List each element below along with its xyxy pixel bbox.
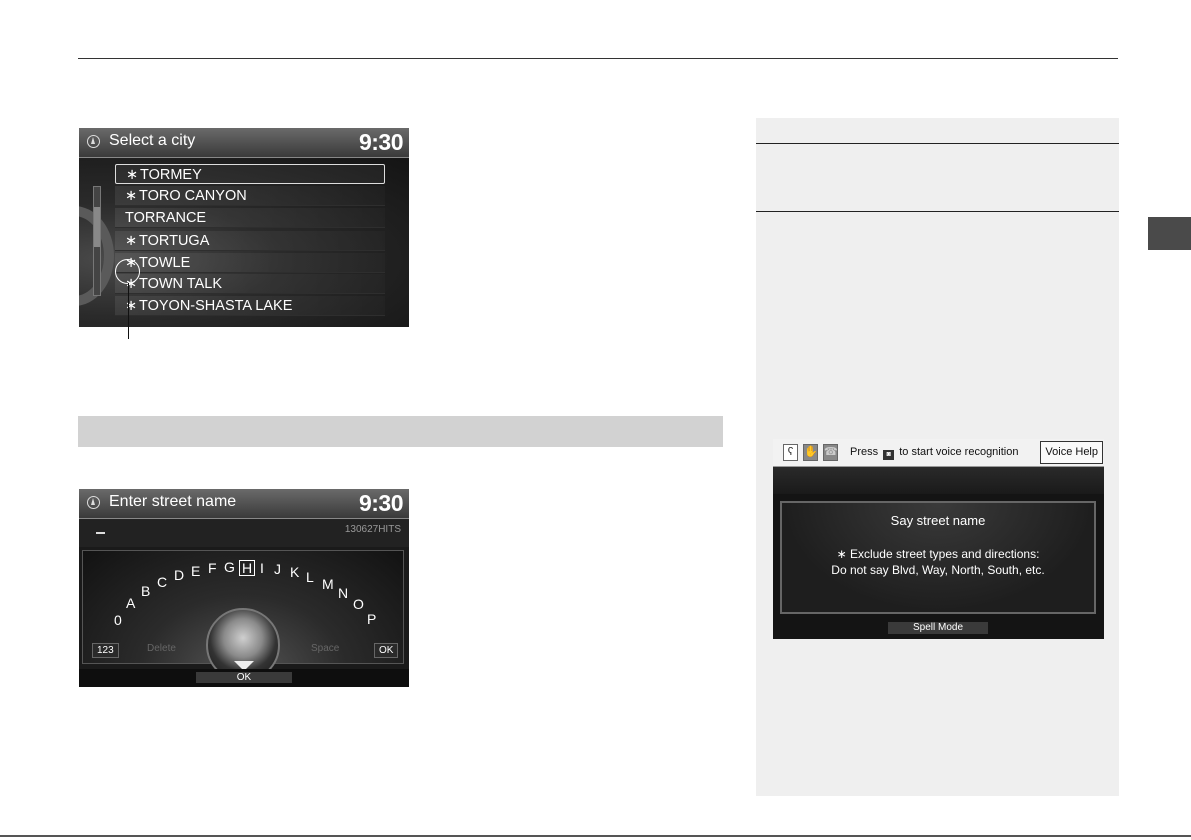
phone-icon[interactable]: ☎ (823, 444, 838, 461)
clock: 9:30 (358, 129, 404, 155)
key-h-selected[interactable]: H (239, 560, 256, 576)
voice-message-panel: Say street name ∗ Exclude street types a… (780, 501, 1096, 614)
key-f[interactable]: F (208, 560, 217, 576)
ok-bar: OK (79, 669, 409, 687)
city-name: TORO CANYON (139, 188, 247, 204)
screen-header: Select a city 9:30 (79, 128, 409, 158)
callout-leader-line (128, 283, 129, 339)
key-b[interactable]: B (141, 583, 150, 599)
ok-key[interactable]: OK (374, 643, 399, 658)
key-m[interactable]: M (322, 576, 334, 592)
clock: 9:30 (358, 490, 404, 516)
delete-key[interactable]: Delete (147, 643, 176, 654)
ok-button[interactable]: OK (196, 672, 292, 683)
prompt-note-line2: Do not say Blvd, Way, North, South, etc. (831, 563, 1045, 577)
key-k[interactable]: K (290, 564, 299, 580)
city-name: TORRANCE (125, 210, 207, 226)
city-item[interactable]: ∗ TOWLE (115, 253, 385, 273)
key-e[interactable]: E (191, 563, 200, 579)
star-icon: ∗ (125, 188, 138, 204)
talk-button-icon: ◙ (883, 450, 895, 460)
voice-stripe (773, 467, 1104, 494)
hand-icon[interactable]: ✋ (803, 444, 818, 461)
key-c[interactable]: C (157, 574, 167, 590)
key-j[interactable]: J (274, 561, 281, 577)
screen-title: Enter street name (109, 493, 237, 510)
city-item[interactable]: ∗ TOWN TALK (115, 274, 385, 294)
compass-icon (87, 496, 100, 509)
compass-icon (87, 135, 100, 148)
prompt-heading: Say street name (890, 513, 986, 528)
scrollbar-thumb[interactable] (94, 207, 100, 247)
section-bar (78, 416, 723, 447)
star-icon: ∗ (125, 233, 138, 249)
city-item[interactable]: ∗ TORTUGA (115, 231, 385, 251)
city-name: TORMEY (140, 167, 202, 183)
press-label: Press (850, 446, 879, 458)
voice-mode-icon[interactable]: ʕ (783, 444, 798, 461)
numbers-key[interactable]: 123 (92, 643, 119, 658)
sidebar-rule (756, 143, 1119, 144)
voice-header: ʕ ✋ ☎ Press ◙ to start voice recognition… (773, 439, 1104, 467)
city-item[interactable]: ∗ TORMEY (115, 164, 385, 184)
key-d[interactable]: D (174, 567, 184, 583)
city-name: TOWN TALK (139, 276, 222, 292)
bottom-rule (0, 835, 1191, 837)
sidebar-rule (756, 211, 1119, 212)
voice-instruction: Press ◙ to start voice recognition (850, 446, 1018, 460)
hit-count: 130627HITS (344, 524, 401, 535)
key-o[interactable]: O (353, 596, 364, 612)
screen-header: Enter street name 9:30 (79, 489, 409, 519)
star-icon: ∗ (126, 167, 139, 183)
key-l[interactable]: L (306, 569, 314, 585)
city-name: TORTUGA (139, 233, 210, 249)
key-n[interactable]: N (338, 585, 348, 601)
street-entry-screen: Enter street name 9:30 130627HITS 0 A B … (79, 489, 409, 687)
press-suffix: to start voice recognition (899, 446, 1019, 458)
key-i[interactable]: I (260, 560, 264, 576)
voice-help-button[interactable]: Voice Help (1040, 441, 1103, 464)
voice-prompt-screen: ʕ ✋ ☎ Press ◙ to start voice recognition… (773, 439, 1104, 639)
key-g[interactable]: G (224, 559, 235, 575)
callout-circle (115, 259, 140, 284)
spell-mode-button[interactable]: Spell Mode (888, 622, 988, 634)
city-name: TOWLE (139, 255, 191, 271)
arc-keyboard: 0 A B C D E F G H I J K L M N O P 123 De… (82, 550, 404, 682)
space-key[interactable]: Space (311, 643, 339, 654)
city-item[interactable]: TORRANCE (115, 208, 385, 228)
city-item[interactable]: ∗ TOYON-SHASTA LAKE (115, 296, 385, 316)
scrollbar[interactable] (93, 186, 101, 296)
key-a[interactable]: A (126, 595, 135, 611)
text-cursor (96, 532, 105, 534)
key-0[interactable]: 0 (114, 612, 122, 628)
city-item[interactable]: ∗ TORO CANYON (115, 186, 385, 206)
key-p[interactable]: P (367, 611, 376, 627)
top-rule (78, 58, 1118, 59)
prompt-note-line1: ∗ Exclude street types and directions: (836, 547, 1040, 561)
screen-title: Select a city (109, 132, 196, 149)
city-name: TOYON-SHASTA LAKE (139, 298, 293, 314)
street-input[interactable]: 130627HITS (79, 519, 409, 547)
chapter-tab (1148, 217, 1191, 250)
